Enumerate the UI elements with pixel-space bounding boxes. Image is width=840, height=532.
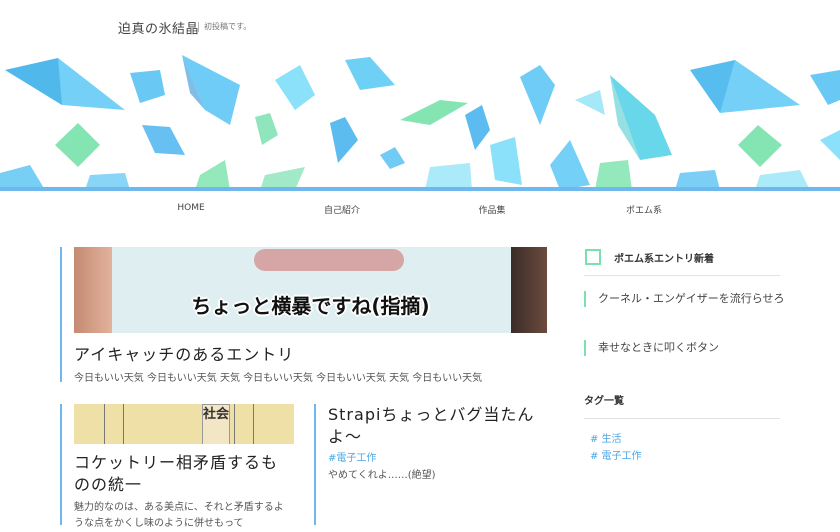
- nav-poem[interactable]: ポエム系: [626, 203, 662, 216]
- entry-title[interactable]: アイキャッチのあるエントリ: [74, 341, 294, 365]
- entry-thumbnail[interactable]: ちょっと横暴ですね(指摘): [74, 247, 547, 333]
- site-tagline: 初投稿です。: [198, 22, 251, 32]
- nav-home[interactable]: HOME: [177, 203, 204, 213]
- thumbnail-figure: [234, 404, 254, 444]
- poem-entry-link[interactable]: 幸せなときに叩くボタン: [584, 340, 788, 356]
- square-icon: [585, 249, 601, 265]
- thumbnail-finger: [254, 249, 404, 271]
- header-divider: [0, 187, 840, 191]
- tag-link[interactable]: # 生活: [590, 430, 622, 445]
- tag-widget-title: タグ一覧: [584, 392, 780, 419]
- entry-excerpt: 魅力的なのは、ある美点に、それと矛盾するような点をかくし味のように併せもって: [74, 502, 284, 529]
- tag-link[interactable]: # 電子工作: [590, 447, 642, 462]
- poem-widget-title: ポエム系エントリ新着: [614, 254, 714, 265]
- thumbnail-figure: [104, 404, 124, 444]
- thumbnail-caption: ちょっと横暴ですね(指摘): [191, 294, 430, 318]
- entry-tag[interactable]: #電子工作: [328, 449, 376, 464]
- entry-excerpt: やめてくれよ……(絶望): [328, 470, 436, 481]
- header-crystal-banner: [0, 45, 840, 190]
- poem-entry-link[interactable]: クーネル・エンゲイザーを流行らせろ: [584, 291, 788, 307]
- entry-title[interactable]: コケットリー相矛盾するものの統一: [74, 452, 289, 496]
- entry-thumbnail[interactable]: 社会: [74, 404, 294, 444]
- featured-entry: ちょっと横暴ですね(指摘) アイキャッチのあるエントリ 今日もいい天気 今日もい…: [60, 247, 549, 384]
- entry-title[interactable]: Strapiちょっとバグ当たんよ〜: [328, 404, 543, 448]
- thumbnail-sign: 社会: [202, 404, 230, 444]
- nav-about[interactable]: 自己紹介: [324, 203, 360, 216]
- nav-works[interactable]: 作品集: [478, 203, 505, 216]
- global-nav: HOME 自己紹介 作品集 ポエム系: [0, 200, 840, 220]
- poem-widget-header: ポエム系エントリ新着: [584, 245, 780, 276]
- entry-card: 社会 コケットリー相矛盾するものの統一 魅力的なのは、ある美点に、それと矛盾する…: [60, 404, 297, 529]
- site-title[interactable]: 迫真の氷結晶: [118, 18, 199, 37]
- entry-excerpt: 今日もいい天気 今日もいい天気 天気 今日もいい天気 今日もいい天気 天気 今日…: [74, 373, 483, 384]
- entry-card: Strapiちょっとバグ当たんよ〜 #電子工作 やめてくれよ……(絶望): [314, 404, 549, 525]
